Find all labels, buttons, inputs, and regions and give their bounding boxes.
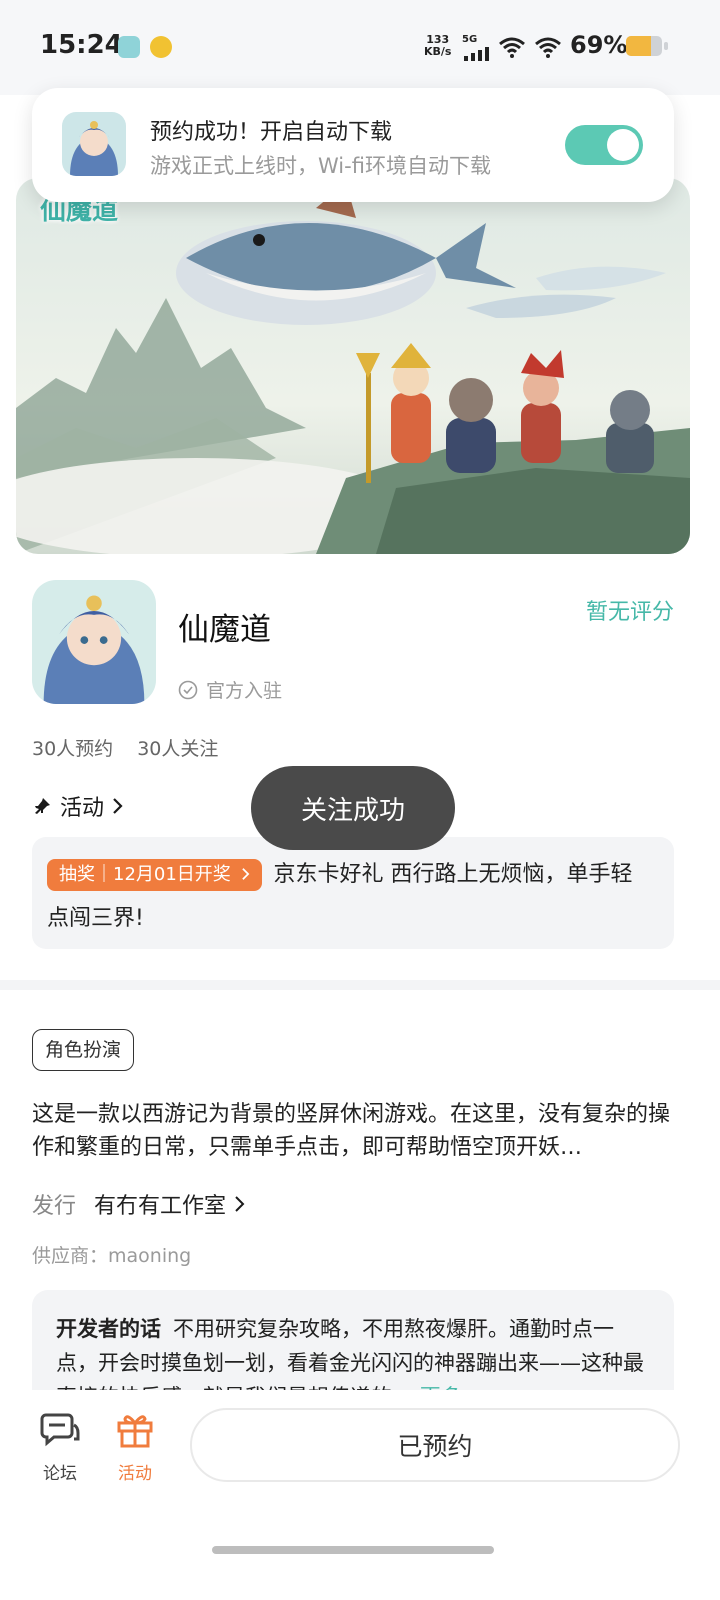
chevron-right-icon [235,1196,245,1212]
auto-download-toggle[interactable] [565,125,643,165]
tab-forum[interactable]: 论坛 [30,1411,90,1484]
notification-subtitle: 游戏正式上线时，Wi-fi环境自动下载 [150,154,491,178]
reserved-button[interactable]: 已预约 [190,1408,680,1482]
bottom-action-bar: 论坛 活动 已预约 [0,1391,720,1600]
tab-activity[interactable]: 活动 [105,1411,165,1484]
network-type: 5G [462,34,478,45]
net-speed: 133 KB/s [424,33,452,58]
battery-tip [664,42,668,50]
activity-header-label: 活动 [60,796,105,821]
home-indicator[interactable] [212,1546,494,1554]
activity-section-header[interactable]: 活动 [32,790,124,822]
publisher-row[interactable]: 发行 有冇有工作室 [32,1188,246,1220]
notification-title: 预约成功！开启自动下载 [150,120,393,145]
wifi-icon [535,37,561,58]
follow-success-toast: 关注成功 [251,766,455,850]
status-bar: 15:24 133 KB/s 5G 69% [0,0,720,95]
tab-forum-label: 论坛 [43,1464,77,1484]
rating-status: 暂无评分 [585,600,674,625]
supplier-info: 供应商：maoning [32,1245,192,1267]
wifi-icon [499,37,525,58]
signal-icon [464,47,489,61]
game-icon [32,580,156,704]
activity-card[interactable]: 抽奖｜12月01日开奖 京东卡好礼 西行路上无烦恼，单手轻点闯三界! [32,837,674,949]
battery-icon [626,36,662,56]
developer-note-title: 开发者的话 [56,1317,161,1341]
forum-icon [40,1413,80,1447]
section-divider [0,980,720,990]
developer-note: 开发者的话 不用研究复杂攻略，不用熬夜爆肝。通勤时点一点，开会时摸鱼划一划，看着金… [56,1312,646,1390]
official-label: 官方入驻 [206,680,283,702]
game-description[interactable]: 这是一款以西游记为背景的竖屏休闲游戏。在这里，没有复杂的操作和繁重的日常，只需单… [32,1098,682,1164]
battery-level [626,36,651,56]
music-icon [150,36,172,58]
game-stats: 30人预约 30人关注 [32,734,218,761]
status-time: 15:24 [40,30,123,60]
reservation-count: 30人预约 [32,738,114,760]
battery-percent: 69% [570,31,628,59]
genre-tag[interactable]: 角色扮演 [32,1029,135,1071]
official-badge: 官方入驻 [178,676,282,703]
developer-note-card[interactable]: 开发者的话 不用研究复杂攻略，不用熬夜爆肝。通勤时点一点，开会时摸鱼划一划，看着金… [32,1290,674,1390]
chevron-right-icon [113,798,123,814]
toggle-knob [607,129,639,161]
banner-artwork [16,178,690,554]
publisher-name: 有冇有工作室 [94,1194,227,1219]
activity-content: 抽奖｜12月01日开奖 京东卡好礼 西行路上无烦恼，单手轻点闯三界! [47,853,647,941]
more-link[interactable]: 更多 [420,1385,462,1390]
app-notification-icon [118,36,140,58]
verified-check-icon [178,680,198,699]
notification-game-icon [62,112,126,176]
chevron-right-icon [241,868,249,880]
tab-activity-label: 活动 [118,1464,152,1484]
publisher-label: 发行 [32,1194,77,1219]
lottery-badge[interactable]: 抽奖｜12月01日开奖 [47,859,262,891]
gift-icon [117,1415,153,1448]
game-banner[interactable]: 仙魔道 [16,178,690,554]
follower-count: 30人关注 [137,738,219,760]
reservation-notification[interactable]: 预约成功！开启自动下载 游戏正式上线时，Wi-fi环境自动下载 [32,88,674,202]
pin-icon [35,798,50,814]
game-title: 仙魔道 [178,612,271,648]
